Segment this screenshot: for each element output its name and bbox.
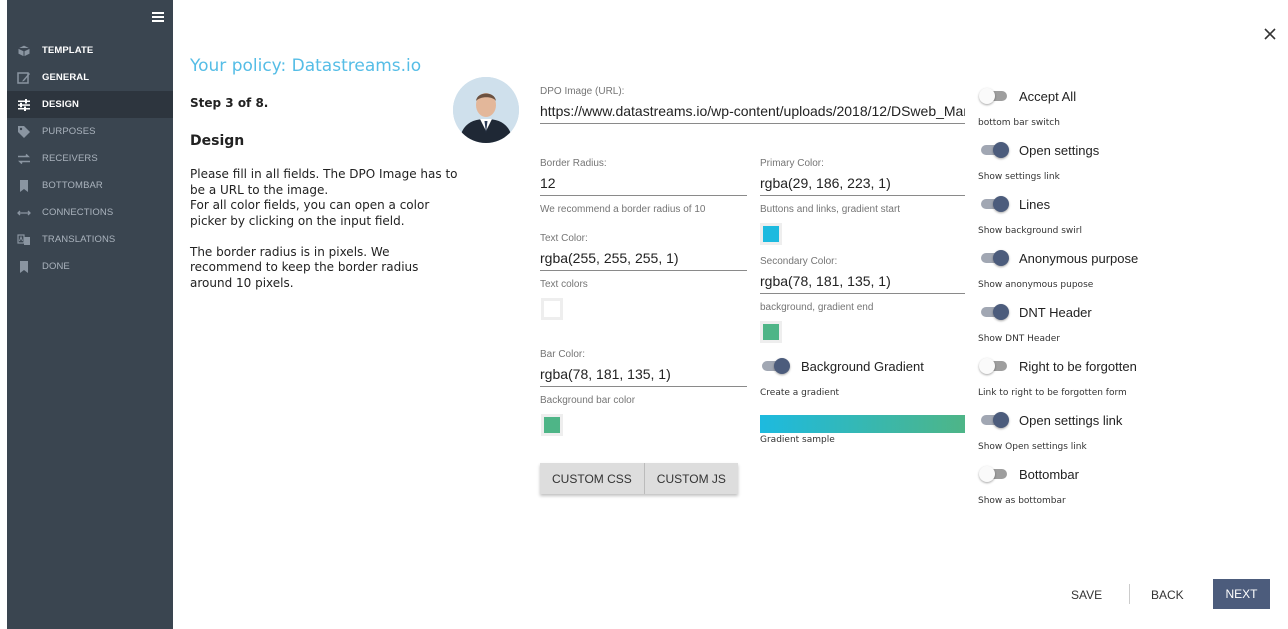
toggle-label: Lines	[1019, 197, 1051, 212]
toggle-label: Bottombar	[1019, 467, 1079, 482]
sidebar-item-receivers[interactable]: RECEIVERS	[7, 145, 173, 172]
close-icon[interactable]	[1262, 26, 1278, 42]
toggle-hint: Show settings link	[978, 172, 1060, 182]
back-button[interactable]: BACK	[1151, 588, 1184, 602]
toggle-switch[interactable]	[979, 142, 1009, 158]
swap-icon	[17, 152, 31, 166]
sidebar-item-connections[interactable]: CONNECTIONS	[7, 199, 173, 226]
toggle-label: Open settings link	[1019, 413, 1123, 428]
page-title: Your policy: Datastreams.io	[190, 56, 422, 76]
toggle-hint: Show DNT Header	[978, 334, 1060, 344]
sidebar-item-label: GENERAL	[42, 72, 90, 83]
bar-color-label: Bar Color:	[540, 349, 586, 360]
text-color-hint: Text colors	[540, 279, 588, 290]
background-gradient-toggle[interactable]	[760, 358, 790, 374]
toggle-label: Open settings	[1019, 143, 1100, 158]
sidebar-item-bottombar[interactable]: BOTTOMBAR	[7, 172, 173, 199]
gradient-sample	[760, 415, 965, 433]
toggle-hint: bottom bar switch	[978, 118, 1060, 128]
sidebar-item-translations[interactable]: TRANSLATIONS	[7, 226, 173, 253]
border-radius-label: Border Radius:	[540, 158, 607, 169]
tag-icon	[17, 125, 31, 139]
toggle-hint: Show as bottombar	[978, 496, 1066, 506]
sidebar-item-design[interactable]: DESIGN	[7, 91, 173, 118]
cube-icon	[17, 43, 31, 58]
help-text: Please fill in all fields. The DPO Image…	[190, 167, 460, 291]
sidebar-item-done[interactable]: DONE	[7, 253, 173, 280]
primary-color-hint: Buttons and links, gradient start	[760, 204, 901, 215]
sidebar-item-label: TRANSLATIONS	[42, 234, 116, 245]
footer-divider	[1129, 584, 1130, 604]
toggle-switch[interactable]	[979, 412, 1009, 428]
section-title: Design	[190, 133, 245, 149]
sliders-icon	[17, 98, 31, 112]
toggle-switch[interactable]	[979, 88, 1009, 104]
sidebar-item-label: DESIGN	[42, 99, 80, 110]
bookmark-icon	[17, 179, 31, 193]
bar-color-swatch[interactable]	[541, 414, 563, 436]
double-arrow-icon	[17, 206, 31, 220]
sidebar-item-general[interactable]: GENERAL	[7, 64, 173, 91]
border-radius-hint: We recommend a border radius of 10	[540, 204, 706, 215]
dpo-image-label: DPO Image (URL):	[540, 86, 625, 97]
edit-icon	[17, 71, 31, 85]
custom-js-button[interactable]: CUSTOM JS	[643, 463, 738, 494]
bar-color-hint: Background bar color	[540, 395, 636, 406]
translate-icon	[17, 233, 31, 247]
custom-css-button[interactable]: CUSTOM CSS	[540, 463, 644, 494]
sidebar-item-label: DONE	[42, 261, 70, 272]
sidebar-item-purposes[interactable]: PURPOSES	[7, 118, 173, 145]
secondary-color-input[interactable]: rgba(78, 181, 135, 1)	[760, 273, 965, 294]
gradient-sample-caption: Gradient sample	[760, 435, 835, 445]
toggle-label: Anonymous purpose	[1019, 251, 1139, 266]
toggle-switch[interactable]	[979, 358, 1009, 374]
toggle-hint: Show background swirl	[978, 226, 1082, 236]
help-line: For all color fields, you can open a col…	[190, 198, 430, 228]
toggle-hint: Show anonymous pupose	[978, 280, 1094, 290]
toggle-switch[interactable]	[979, 196, 1009, 212]
primary-color-label: Primary Color:	[760, 158, 824, 169]
hamburger-menu-icon[interactable]	[152, 12, 164, 22]
toggle-hint: Link to right to be forgotten form	[978, 388, 1127, 398]
secondary-color-hint: background, gradient end	[760, 302, 874, 313]
toggle-switch[interactable]	[979, 250, 1009, 266]
sidebar-item-label: CONNECTIONS	[42, 207, 114, 218]
sidebar-item-label: RECEIVERS	[42, 153, 98, 164]
bookmark-icon	[17, 260, 31, 274]
primary-color-input[interactable]: rgba(29, 186, 223, 1)	[760, 175, 965, 196]
text-color-input[interactable]: rgba(255, 255, 255, 1)	[540, 250, 747, 271]
toggle-switch[interactable]	[979, 304, 1009, 320]
custom-code-buttons: CUSTOM CSS CUSTOM JS	[540, 463, 738, 494]
toggle-hint: Show Open settings link	[978, 442, 1087, 452]
sidebar-item-label: PURPOSES	[42, 126, 96, 137]
help-line: The border radius is in pixels. We recom…	[190, 244, 419, 290]
help-line: Please fill in all fields. The DPO Image…	[190, 167, 458, 197]
secondary-color-label: Secondary Color:	[760, 256, 838, 267]
border-radius-input[interactable]: 12	[540, 175, 747, 196]
sidebar-item-template[interactable]: TEMPLATE	[7, 37, 173, 64]
save-button[interactable]: SAVE	[1071, 588, 1102, 602]
toggle-switch[interactable]	[979, 466, 1009, 482]
step-indicator: Step 3 of 8.	[190, 96, 269, 110]
dpo-image-input[interactable]: https://www.datastreams.io/wp-content/up…	[540, 103, 965, 124]
text-color-label: Text Color:	[540, 233, 588, 244]
sidebar-item-label: BOTTOMBAR	[42, 180, 103, 191]
next-button[interactable]: NEXT	[1213, 579, 1270, 609]
sidebar-item-label: TEMPLATE	[42, 45, 94, 56]
sidebar: TEMPLATE GENERAL DESIGN PURPOSES RECEIVE…	[7, 0, 173, 629]
dpo-avatar	[453, 77, 519, 143]
sidebar-nav: TEMPLATE GENERAL DESIGN PURPOSES RECEIVE…	[7, 37, 173, 280]
toggle-label: Right to be forgotten	[1019, 359, 1137, 374]
secondary-color-swatch[interactable]	[760, 321, 782, 343]
background-gradient-label: Background Gradient	[801, 359, 924, 374]
bar-color-input[interactable]: rgba(78, 181, 135, 1)	[540, 366, 747, 387]
toggle-label: DNT Header	[1019, 305, 1092, 320]
background-gradient-hint: Create a gradient	[760, 388, 840, 398]
primary-color-swatch[interactable]	[760, 223, 782, 245]
text-color-swatch[interactable]	[541, 298, 563, 320]
toggle-label: Accept All	[1019, 89, 1077, 104]
